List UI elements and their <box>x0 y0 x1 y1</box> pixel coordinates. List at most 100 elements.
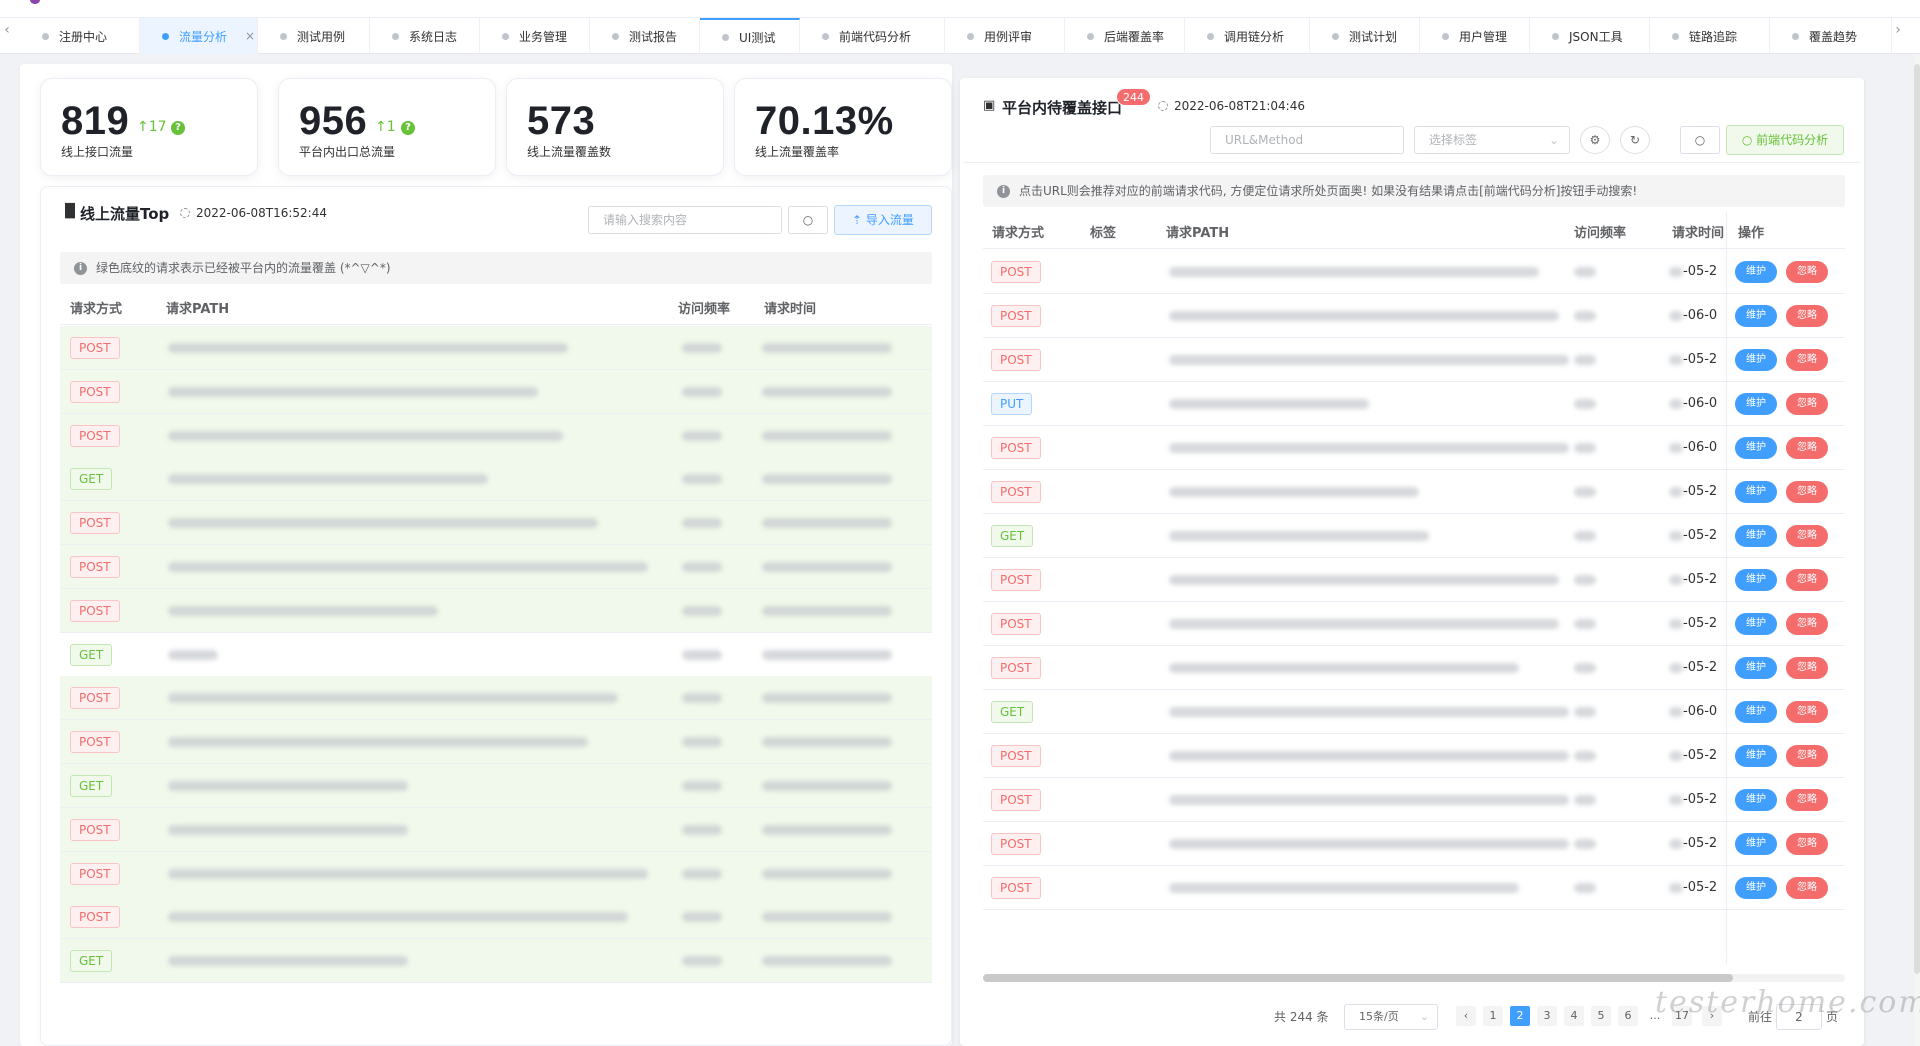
tab-5[interactable]: 测试报告 <box>590 18 700 54</box>
right-search-button[interactable]: ○ <box>1680 126 1720 154</box>
right-table-row[interactable]: POST -05-2 维护 忽略 <box>983 250 1845 294</box>
ignore-button[interactable]: 忽略 <box>1786 613 1828 635</box>
help-icon[interactable]: ? <box>171 121 185 135</box>
page-scrollbar-thumb[interactable] <box>1914 64 1920 974</box>
ignore-button[interactable]: 忽略 <box>1786 261 1828 283</box>
right-table-row[interactable]: PUT -06-0 维护 忽略 <box>983 382 1845 426</box>
tab-4[interactable]: 业务管理 <box>480 18 590 54</box>
ignore-button[interactable]: 忽略 <box>1786 789 1828 811</box>
tab-11[interactable]: 测试计划 <box>1310 18 1420 54</box>
request-path-redacted[interactable] <box>168 868 648 879</box>
tab-13[interactable]: JSON工具 <box>1530 18 1650 54</box>
left-table-row[interactable]: POST <box>60 720 932 765</box>
maintain-button[interactable]: 维护 <box>1735 657 1777 679</box>
request-path-redacted[interactable] <box>1169 751 1569 761</box>
request-path-redacted[interactable] <box>168 649 218 660</box>
left-table-row[interactable]: GET <box>60 457 932 502</box>
left-table-row[interactable]: POST <box>60 851 932 896</box>
maintain-button[interactable]: 维护 <box>1735 437 1777 459</box>
maintain-button[interactable]: 维护 <box>1735 481 1777 503</box>
left-table-row[interactable]: POST <box>60 588 932 633</box>
url-method-input[interactable]: URL&Method <box>1210 126 1404 154</box>
page-size-select[interactable]: 15条/页 ⌄ <box>1344 1004 1438 1030</box>
request-path-redacted[interactable] <box>1169 839 1569 849</box>
pager-page[interactable]: 5 <box>1591 1006 1611 1026</box>
left-table-row[interactable]: GET <box>60 939 932 984</box>
request-path-redacted[interactable] <box>168 562 648 572</box>
right-table-row[interactable]: POST -05-2 维护 忽略 <box>983 734 1845 778</box>
ignore-button[interactable]: 忽略 <box>1786 569 1828 591</box>
right-table-row[interactable]: POST -05-2 维护 忽略 <box>983 646 1845 690</box>
import-traffic-button[interactable]: ⇡ 导入流量 <box>834 205 932 235</box>
tab-12[interactable]: 用户管理 <box>1420 18 1530 54</box>
left-table-row[interactable]: POST <box>60 676 932 721</box>
page-scrollbar[interactable] <box>1914 54 1920 1046</box>
tag-select[interactable]: 选择标签 ⌄ <box>1414 126 1570 154</box>
left-table-row[interactable]: GET <box>60 764 932 808</box>
tab-14[interactable]: 链路追踪 <box>1650 18 1770 54</box>
request-path-redacted[interactable] <box>168 474 488 485</box>
search-input[interactable]: 请输入搜索内容 <box>588 206 782 234</box>
right-table-row[interactable]: POST -05-2 维护 忽略 <box>983 602 1845 646</box>
left-table-row[interactable]: GET <box>60 633 932 677</box>
settings-button[interactable]: ⚙ <box>1580 126 1610 154</box>
ignore-button[interactable]: 忽略 <box>1786 525 1828 547</box>
ignore-button[interactable]: 忽略 <box>1786 393 1828 415</box>
right-table-row[interactable]: POST -05-2 维护 忽略 <box>983 822 1845 866</box>
request-path-redacted[interactable] <box>168 737 588 748</box>
tab-1[interactable]: 流量分析 × <box>140 18 258 54</box>
maintain-button[interactable]: 维护 <box>1735 393 1777 415</box>
table-scrollbar-thumb[interactable] <box>983 974 1733 982</box>
request-path-redacted[interactable] <box>1169 267 1539 277</box>
pager-page[interactable]: 1 <box>1483 1006 1503 1026</box>
left-table-row[interactable]: POST <box>60 369 932 414</box>
request-path-redacted[interactable] <box>168 518 598 529</box>
ignore-button[interactable]: 忽略 <box>1786 701 1828 723</box>
ignore-button[interactable]: 忽略 <box>1786 305 1828 327</box>
ignore-button[interactable]: 忽略 <box>1786 481 1828 503</box>
maintain-button[interactable]: 维护 <box>1735 877 1777 899</box>
request-path-redacted[interactable] <box>1169 531 1429 541</box>
refresh-button[interactable]: ↻ <box>1620 126 1650 154</box>
left-table-row[interactable]: POST <box>60 807 932 852</box>
help-icon[interactable]: ? <box>401 121 415 135</box>
right-table-row[interactable]: POST -06-0 维护 忽略 <box>983 294 1845 338</box>
maintain-button[interactable]: 维护 <box>1735 745 1777 767</box>
request-path-redacted[interactable] <box>1169 311 1559 321</box>
pager-page[interactable]: 2 <box>1510 1006 1530 1026</box>
maintain-button[interactable]: 维护 <box>1735 789 1777 811</box>
search-button[interactable]: ○ <box>788 206 828 234</box>
request-path-redacted[interactable] <box>168 824 408 835</box>
tab-2[interactable]: 测试用例 <box>258 18 370 54</box>
request-path-redacted[interactable] <box>1169 487 1419 497</box>
request-path-redacted[interactable] <box>1169 663 1519 673</box>
tab-0[interactable]: 注册中心 <box>20 18 140 54</box>
ignore-button[interactable]: 忽略 <box>1786 877 1828 899</box>
ignore-button[interactable]: 忽略 <box>1786 437 1828 459</box>
request-path-redacted[interactable] <box>1169 443 1569 453</box>
maintain-button[interactable]: 维护 <box>1735 349 1777 371</box>
maintain-button[interactable]: 维护 <box>1735 701 1777 723</box>
tab-7[interactable]: 前端代码分析 <box>800 18 945 54</box>
maintain-button[interactable]: 维护 <box>1735 833 1777 855</box>
maintain-button[interactable]: 维护 <box>1735 305 1777 327</box>
request-path-redacted[interactable] <box>168 386 538 397</box>
maintain-button[interactable]: 维护 <box>1735 569 1777 591</box>
request-path-redacted[interactable] <box>1169 883 1519 893</box>
right-table-row[interactable]: POST -06-0 维护 忽略 <box>983 426 1845 470</box>
request-path-redacted[interactable] <box>1169 707 1569 717</box>
right-table-row[interactable]: POST -05-2 维护 忽略 <box>983 778 1845 822</box>
pager-page[interactable]: 6 <box>1618 1006 1638 1026</box>
right-table-row[interactable]: POST -05-2 维护 忽略 <box>983 470 1845 514</box>
tab-10[interactable]: 调用链分析 <box>1185 18 1310 54</box>
right-table-row[interactable]: POST -05-2 维护 忽略 <box>983 558 1845 602</box>
ignore-button[interactable]: 忽略 <box>1786 745 1828 767</box>
request-path-redacted[interactable] <box>168 343 568 353</box>
request-path-redacted[interactable] <box>1169 619 1559 629</box>
request-path-redacted[interactable] <box>1169 575 1559 585</box>
maintain-button[interactable]: 维护 <box>1735 261 1777 283</box>
frontend-analyze-button[interactable]: ○ 前端代码分析 <box>1726 125 1844 155</box>
tab-6[interactable]: UI测试 <box>700 18 800 54</box>
ignore-button[interactable]: 忽略 <box>1786 657 1828 679</box>
request-path-redacted[interactable] <box>168 693 618 704</box>
